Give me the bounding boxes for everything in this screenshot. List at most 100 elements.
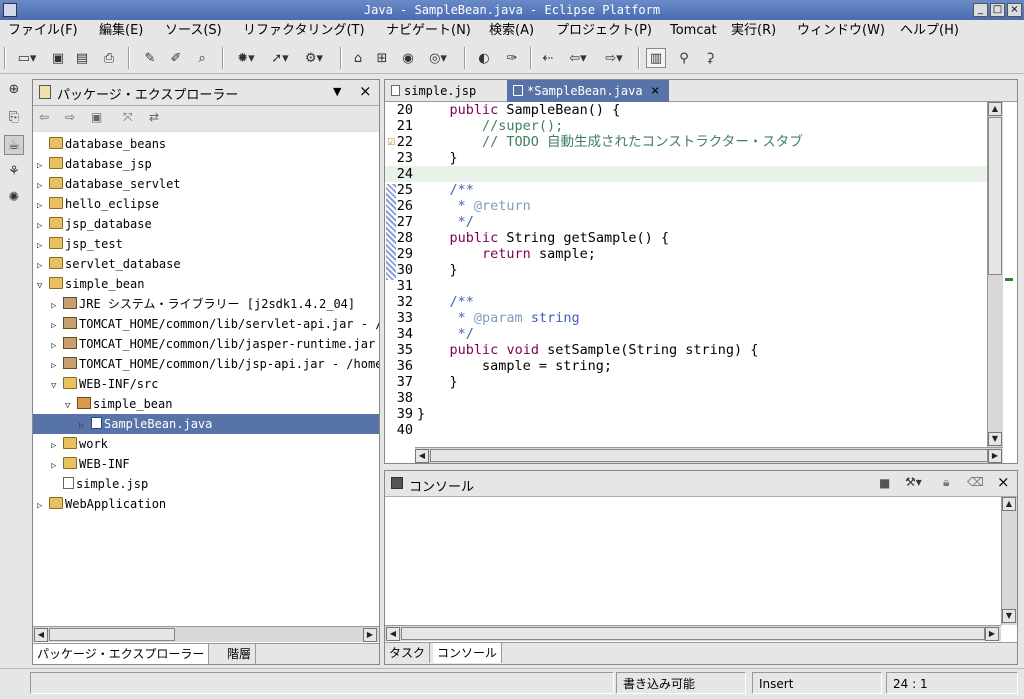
tree-item[interactable]: ▷ database_jsp — [33, 154, 379, 174]
console-vertical-scrollbar[interactable]: ▲ ▼ — [1001, 497, 1017, 625]
scrollbar-thumb[interactable] — [988, 117, 1002, 275]
tomcat-restart-icon[interactable]: ⚳ — [700, 48, 720, 68]
display-selected-console-icon[interactable]: ⚒▾ — [905, 475, 922, 489]
show-source-only-icon[interactable]: ▥ — [646, 48, 666, 68]
scroll-lock-icon[interactable]: 🔒︎ — [943, 475, 949, 490]
tree-item[interactable]: ▷ TOMCAT_HOME/common/lib/servlet-api.jar … — [33, 314, 379, 334]
tree-item[interactable]: ▷ TOMCAT_HOME/common/lib/jsp-api.jar - /h… — [33, 354, 379, 374]
code-line[interactable]: 30 } — [385, 262, 987, 278]
scroll-right-icon[interactable]: ▶ — [363, 628, 377, 642]
minimize-button[interactable]: _ — [973, 3, 988, 17]
code-line[interactable]: 24 — [385, 166, 987, 182]
chevron-right-icon[interactable]: ▷ — [51, 336, 63, 356]
tree-item[interactable]: ▷ jsp_database — [33, 214, 379, 234]
debug-perspective-shortcut-icon[interactable]: ✺ — [4, 187, 24, 207]
console-output[interactable] — [385, 497, 1001, 625]
code-line[interactable]: 36 sample = string; — [385, 358, 987, 374]
terminate-icon[interactable]: ■ — [879, 476, 890, 490]
editor-vertical-scrollbar[interactable]: ▲ ▼ — [987, 102, 1003, 448]
debug-perspective-icon[interactable]: ⚲ — [674, 48, 694, 68]
chevron-right-icon[interactable]: ▷ — [37, 496, 49, 516]
code-line[interactable]: 37 } — [385, 374, 987, 390]
close-icon[interactable]: × — [997, 473, 1010, 491]
editor-horizontal-scrollbar[interactable]: ◀ ▶ — [415, 447, 1003, 463]
tab-simple-jsp[interactable]: simple.jsp — [385, 80, 507, 102]
chevron-down-icon[interactable]: ▽ — [51, 376, 63, 396]
scroll-right-icon[interactable]: ▶ — [988, 449, 1002, 463]
menu-tomcat[interactable]: Tomcat — [670, 23, 717, 39]
tomcat-stop-icon[interactable]: ✑ — [502, 48, 522, 68]
scroll-down-icon[interactable]: ▼ — [1002, 609, 1016, 623]
tree-item[interactable]: ▷ hello_eclipse — [33, 194, 379, 214]
maximize-button[interactable]: □ — [990, 3, 1005, 17]
tree-item[interactable]: ▽ simple_bean — [33, 394, 379, 414]
menu-navigate[interactable]: ナビゲート(N) — [386, 23, 471, 39]
chevron-right-icon[interactable]: ▷ — [37, 256, 49, 276]
code-line[interactable]: 27 */ — [385, 214, 987, 230]
chevron-right-icon[interactable]: ▷ — [51, 456, 63, 476]
menu-help[interactable]: ヘルプ(H) — [900, 23, 959, 39]
menu-source[interactable]: ソース(S) — [165, 23, 222, 39]
code-line[interactable]: 32 /** — [385, 294, 987, 310]
tab-hierarchy[interactable]: 階層 — [223, 644, 257, 664]
save-icon[interactable]: ▣ — [48, 48, 68, 68]
scroll-left-icon[interactable]: ◀ — [34, 628, 48, 642]
chevron-right-icon[interactable]: ▷ — [79, 416, 91, 436]
collapse-all-icon[interactable]: ⤧ — [123, 110, 133, 125]
link-with-editor-icon[interactable]: ⇄ — [149, 110, 159, 124]
scroll-up-icon[interactable]: ▲ — [1002, 497, 1016, 511]
open-type-hierarchy-icon[interactable]: ✐ — [166, 48, 186, 68]
chevron-right-icon[interactable]: ▷ — [37, 196, 49, 216]
close-icon[interactable]: × — [359, 82, 372, 100]
scroll-up-icon[interactable]: ▲ — [988, 102, 1002, 116]
code-line[interactable]: 31 — [385, 278, 987, 294]
code-line[interactable]: 35 public void setSample(String string) … — [385, 342, 987, 358]
tree-item[interactable]: ▷ jsp_test — [33, 234, 379, 254]
tree-item[interactable]: ▷ servlet_database — [33, 254, 379, 274]
scrollbar-thumb[interactable] — [49, 628, 175, 641]
tree-item[interactable]: ▷ WEB-INF — [33, 454, 379, 474]
code-line[interactable]: 34 */ — [385, 326, 987, 342]
menu-window[interactable]: ウィンドウ(W) — [797, 23, 885, 39]
code-line[interactable]: 25 /** — [385, 182, 987, 198]
code-line[interactable]: 39} — [385, 406, 987, 422]
new-java-project-icon[interactable]: ⌂ — [348, 48, 368, 68]
chevron-right-icon[interactable]: ▷ — [37, 216, 49, 236]
tomcat-start-icon[interactable]: ◐ — [474, 48, 494, 68]
up-icon[interactable]: ▣ — [91, 110, 102, 124]
tree-item[interactable]: database_beans — [33, 134, 379, 154]
code-line[interactable]: 40 — [385, 422, 987, 438]
tab-console[interactable]: コンソール — [433, 643, 503, 663]
back-icon[interactable]: ⇦▾ — [562, 48, 594, 68]
scroll-right-icon[interactable]: ▶ — [985, 627, 999, 641]
menu-edit[interactable]: 編集(E) — [99, 23, 143, 39]
scrollbar-thumb[interactable] — [401, 627, 985, 640]
tree-item[interactable]: simple.jsp — [33, 474, 379, 494]
chevron-right-icon[interactable]: ▷ — [51, 296, 63, 316]
close-button[interactable]: × — [1007, 3, 1022, 17]
forward-icon[interactable]: ⇨▾ — [598, 48, 630, 68]
chevron-right-icon[interactable]: ▷ — [51, 436, 63, 456]
code-line[interactable]: 33 * @param string — [385, 310, 987, 326]
code-line[interactable]: 23 } — [385, 150, 987, 166]
open-type-icon[interactable]: ✎ — [140, 48, 160, 68]
clear-console-icon[interactable]: ⌫ — [967, 475, 984, 489]
code-line[interactable]: 28 public String getSample() { — [385, 230, 987, 246]
tree-item[interactable]: ▽ WEB-INF/src — [33, 374, 379, 394]
chevron-right-icon[interactable]: ▷ — [37, 156, 49, 176]
chevron-right-icon[interactable]: ▷ — [37, 236, 49, 256]
new-wizard-icon[interactable]: ▭▾ — [12, 48, 42, 68]
tab-package-explorer[interactable]: パッケージ・エクスプローラー — [33, 644, 210, 664]
tree-item[interactable]: ▷ work — [33, 434, 379, 454]
chevron-down-icon[interactable]: ▽ — [65, 396, 77, 416]
code-line[interactable]: 22 // TODO 自動生成されたコンストラクター・スタブ — [385, 134, 987, 150]
menu-project[interactable]: プロジェクト(P) — [556, 23, 652, 39]
console-horizontal-scrollbar[interactable]: ◀ ▶ — [385, 625, 1001, 641]
back-icon[interactable]: ⇦ — [39, 110, 49, 124]
new-package-icon[interactable]: ⊞ — [372, 48, 392, 68]
tree-item[interactable]: ▷ database_servlet — [33, 174, 379, 194]
last-edit-icon[interactable]: ⇠ — [538, 48, 558, 68]
save-all-icon[interactable]: ▤ — [72, 48, 92, 68]
scroll-left-icon[interactable]: ◀ — [415, 449, 429, 463]
print-icon[interactable]: ⎙ — [99, 48, 119, 68]
